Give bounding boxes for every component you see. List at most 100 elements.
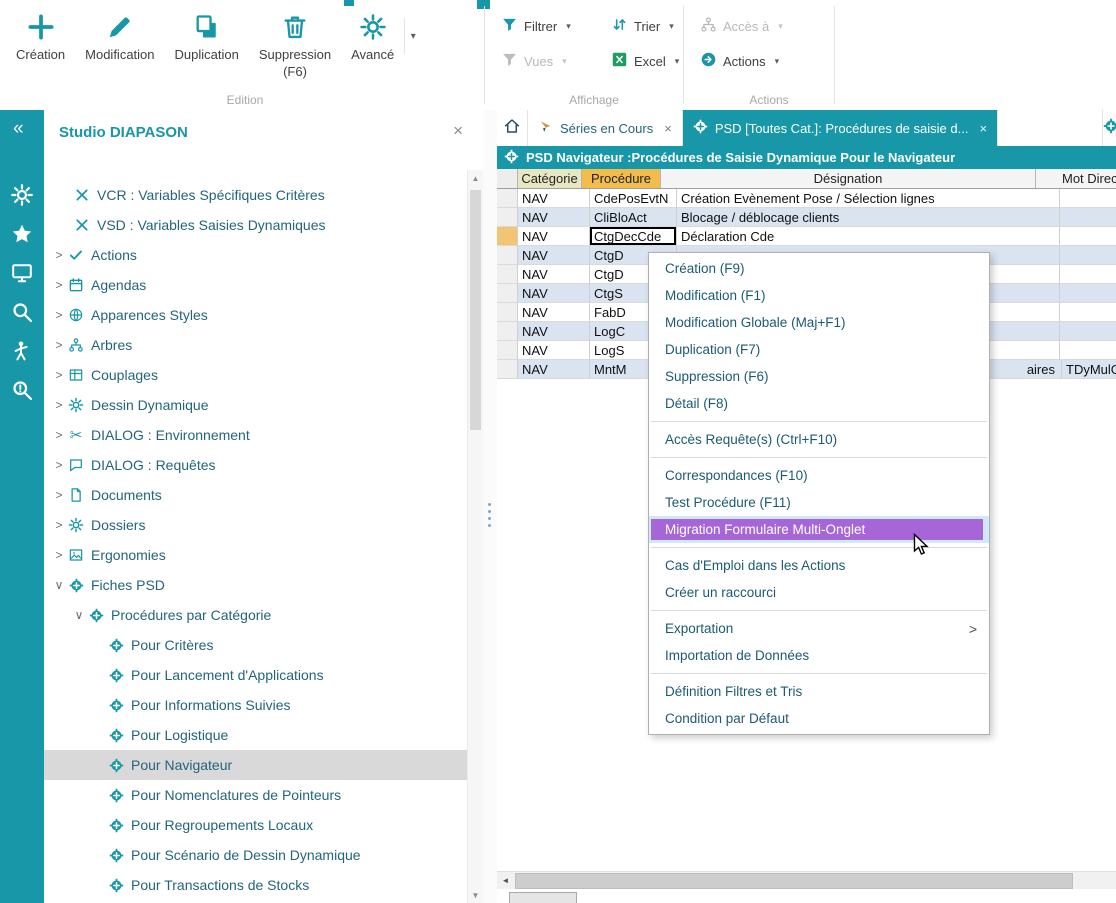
close-icon[interactable]: × xyxy=(453,121,463,141)
navigator-icon[interactable] xyxy=(9,338,35,364)
tree-item-ergonomies[interactable]: >Ergonomies xyxy=(44,540,468,570)
modification-button[interactable]: Modification xyxy=(75,6,164,66)
row-selector[interactable] xyxy=(497,227,518,246)
menu-item-test-procedure-f11[interactable]: Test Procédure (F11) xyxy=(649,489,989,516)
tree-item-pour-criteres[interactable]: Pour Critères xyxy=(44,630,468,660)
tree-item-dialog-requetes[interactable]: >DIALOG : Requêtes xyxy=(44,450,468,480)
tree-item-actions[interactable]: >Actions xyxy=(44,240,468,270)
acces-a-button[interactable]: Accès à ▾ xyxy=(696,13,787,39)
row-selector[interactable] xyxy=(497,265,518,284)
cell-categorie[interactable]: NAV xyxy=(518,208,590,227)
menu-item-duplication-f7[interactable]: Duplication (F7) xyxy=(649,336,989,363)
menu-item-cas-d-emploi-dans-les-actions[interactable]: Cas d'Emploi dans les Actions xyxy=(649,552,989,579)
splitter-handle[interactable] xyxy=(488,503,491,527)
cell-mot-directeur[interactable] xyxy=(1060,189,1116,208)
close-icon[interactable]: × xyxy=(979,121,987,136)
creation-button[interactable]: Création xyxy=(6,6,75,66)
cell-categorie[interactable]: NAV xyxy=(518,341,590,360)
row-selector[interactable] xyxy=(497,341,518,360)
vues-button[interactable]: Vues ▾ xyxy=(497,48,605,74)
cell-categorie[interactable]: NAV xyxy=(518,189,590,208)
cell-procedure[interactable]: CtgDecCde xyxy=(590,227,677,246)
filtrer-button[interactable]: Filtrer ▾ xyxy=(497,13,605,39)
tab-home[interactable] xyxy=(497,110,528,146)
cell-categorie[interactable]: NAV xyxy=(518,360,590,379)
partial-button[interactable] xyxy=(509,892,577,903)
menu-item-modification-globale-maj-f1[interactable]: Modification Globale (Maj+F1) xyxy=(649,309,989,336)
tree-item-arbres[interactable]: >Arbres xyxy=(44,330,468,360)
horizontal-scrollbar[interactable]: ◄ xyxy=(497,871,1116,889)
tab-psd-toutes-cat[interactable]: PSD [Toutes Cat.]: Procédures de saisie … xyxy=(683,110,998,146)
favorites-icon[interactable] xyxy=(9,221,35,247)
column-header-categorie[interactable]: Catégorie xyxy=(518,169,582,189)
tab-series-en-cours[interactable]: Séries en Cours × xyxy=(528,110,683,146)
tree-item-vsd-variables-saisies-dynamiques[interactable]: VSD : Variables Saisies Dynamiques xyxy=(44,210,468,240)
cell-mot-directeur[interactable] xyxy=(1060,227,1116,246)
cell-mot-directeur[interactable]: TDyMulGes xyxy=(1062,360,1116,379)
tree-item-fiches-psd[interactable]: ∨Fiches PSD xyxy=(44,570,468,600)
duplication-button[interactable]: Duplication xyxy=(165,6,249,66)
row-selector[interactable] xyxy=(497,322,518,341)
menu-item-creer-un-raccourci[interactable]: Créer un raccourci xyxy=(649,579,989,606)
tree-item-pour-nomenclatures-de-pointeurs[interactable]: Pour Nomenclatures de Pointeurs xyxy=(44,780,468,810)
cell-designation[interactable]: Création Evènement Pose / Sélection lign… xyxy=(677,189,1060,208)
avance-button[interactable]: Avancé xyxy=(341,6,404,66)
tree-item-agendas[interactable]: >Agendas xyxy=(44,270,468,300)
menu-item-exportation[interactable]: Exportation> xyxy=(649,615,989,642)
cell-categorie[interactable]: NAV xyxy=(518,227,590,246)
row-selector[interactable] xyxy=(497,284,518,303)
tree-item-pour-lancement-d-applications[interactable]: Pour Lancement d'Applications xyxy=(44,660,468,690)
menu-item-importation-de-donnees[interactable]: Importation de Données xyxy=(649,642,989,669)
suppression-button[interactable]: Suppression (F6) xyxy=(249,6,341,83)
cell-categorie[interactable]: NAV xyxy=(518,322,590,341)
tree-item-dessin-dynamique[interactable]: >Dessin Dynamique xyxy=(44,390,468,420)
cell-designation[interactable]: Déclaration Cde xyxy=(677,227,1060,246)
settings-icon[interactable] xyxy=(9,182,35,208)
menu-item-condition-par-defaut[interactable]: Condition par Défaut xyxy=(649,705,989,732)
excel-button[interactable]: Excel ▾ xyxy=(607,48,683,74)
screen-icon[interactable] xyxy=(9,260,35,286)
menu-item-detail-f8[interactable]: Détail (F8) xyxy=(649,390,989,417)
tree-item-documents[interactable]: >Documents xyxy=(44,480,468,510)
cell-mot-directeur[interactable] xyxy=(1060,341,1116,360)
tree-item-pour-navigateur[interactable]: Pour Navigateur xyxy=(44,750,468,780)
menu-item-creation-f9[interactable]: Création (F9) xyxy=(649,255,989,282)
tree-item-vcr-variables-specifiques-criteres[interactable]: VCR : Variables Spécifiques Critères xyxy=(44,180,468,210)
search-alert-icon[interactable] xyxy=(9,377,35,403)
scrollbar-thumb[interactable] xyxy=(515,873,1073,889)
scroll-left-button[interactable]: ◄ xyxy=(497,872,514,889)
tree-item-procedures-par-categorie[interactable]: ∨Procédures par Catégorie xyxy=(44,600,468,630)
tree-item-dialog-environnement[interactable]: >✂DIALOG : Environnement xyxy=(44,420,468,450)
tree-item-pour-informations-suivies[interactable]: Pour Informations Suivies xyxy=(44,690,468,720)
actions-button[interactable]: Actions ▾ xyxy=(696,48,783,74)
close-icon[interactable]: × xyxy=(664,121,672,136)
trier-button[interactable]: Trier ▾ xyxy=(607,13,678,39)
menu-item-migration-formulaire-multi-onglet[interactable]: Migration Formulaire Multi-Onglet xyxy=(649,516,989,543)
tree-scrollbar[interactable]: ▲ ▼ xyxy=(467,170,483,903)
column-header-mot-directeur[interactable]: Mot Directeur xyxy=(1036,169,1116,189)
tree-item-pour-regroupements-locaux[interactable]: Pour Regroupements Locaux xyxy=(44,810,468,840)
search-icon[interactable] xyxy=(9,299,35,325)
row-selector[interactable] xyxy=(497,246,518,265)
row-selector[interactable] xyxy=(497,360,518,379)
avance-dropdown-caret[interactable]: ▾ xyxy=(404,18,421,54)
menu-item-suppression-f6[interactable]: Suppression (F6) xyxy=(649,363,989,390)
row-selector[interactable] xyxy=(497,189,518,208)
cell-mot-directeur[interactable] xyxy=(1060,322,1116,341)
column-header-designation[interactable]: Désignation xyxy=(661,169,1036,189)
scroll-down-button[interactable]: ▼ xyxy=(468,887,483,903)
tree-item-pour-scenario-de-dessin-dynamique[interactable]: Pour Scénario de Dessin Dynamique xyxy=(44,840,468,870)
tree-item-pour-logistique[interactable]: Pour Logistique xyxy=(44,720,468,750)
cell-categorie[interactable]: NAV xyxy=(518,265,590,284)
cell-procedure[interactable]: CliBloAct xyxy=(590,208,677,227)
cell-mot-directeur[interactable] xyxy=(1060,265,1116,284)
cell-categorie[interactable]: NAV xyxy=(518,303,590,322)
column-header-selector[interactable] xyxy=(497,169,518,189)
menu-item-definition-filtres-et-tris[interactable]: Définition Filtres et Tris xyxy=(649,678,989,705)
row-selector[interactable] xyxy=(497,208,518,227)
menu-item-correspondances-f10[interactable]: Correspondances (F10) xyxy=(649,462,989,489)
cell-categorie[interactable]: NAV xyxy=(518,246,590,265)
menu-item-acces-requete-s-ctrl-f10[interactable]: Accès Requête(s) (Ctrl+F10) xyxy=(649,426,989,453)
row-selector[interactable] xyxy=(497,303,518,322)
cell-designation[interactable]: Blocage / déblocage clients xyxy=(677,208,1060,227)
